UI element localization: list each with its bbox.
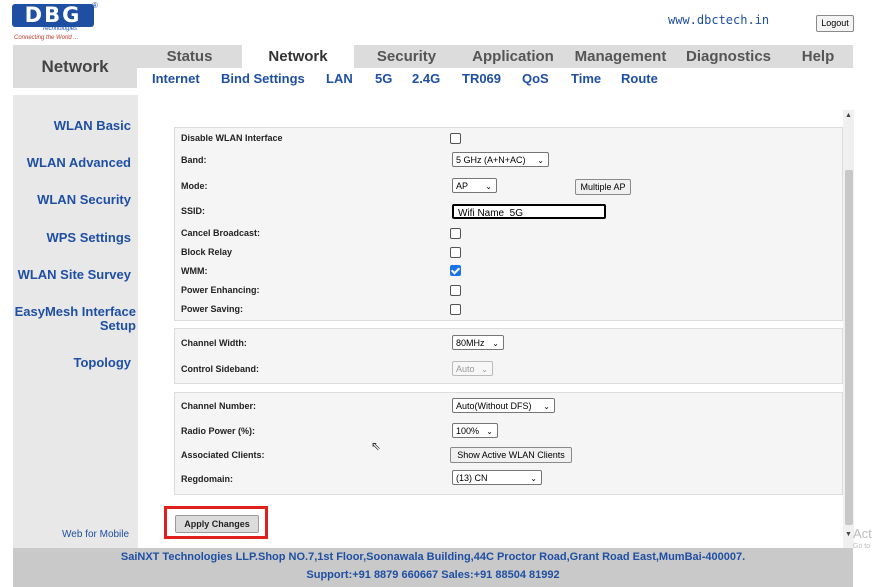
band-value: 5 GHz (A+N+AC) (456, 155, 526, 165)
ssid-input[interactable]: Wifi Name_5G (452, 204, 606, 219)
disable-wlan-label: Disable WLAN Interface (181, 133, 283, 143)
channel-number-select[interactable]: Auto(Without DFS) ⌄ (452, 398, 555, 413)
sidebar-item-wps-settings[interactable]: WPS Settings (13, 231, 138, 245)
registered-mark: ® (92, 1, 98, 10)
footer-support: Support:+91 8879 660667 Sales:+91 88504 … (306, 569, 560, 581)
subtab-qos[interactable]: QoS (522, 71, 549, 86)
subtab-tr069[interactable]: TR069 (462, 71, 501, 86)
cancel-broadcast-checkbox[interactable] (450, 228, 461, 239)
site-url[interactable]: www.dbctech.in (668, 13, 769, 27)
channel-number-value: Auto(Without DFS) (456, 401, 532, 411)
radio-power-value: 100% (456, 426, 480, 436)
power-enhancing-label: Power Enhancing: (181, 285, 260, 295)
sidebar-item-wlan-site-survey[interactable]: WLAN Site Survey (13, 268, 138, 282)
block-relay-checkbox[interactable] (450, 247, 461, 258)
multiple-ap-button[interactable]: Multiple AP (575, 179, 631, 195)
subtab-internet[interactable]: Internet (152, 71, 200, 86)
logout-button[interactable]: Logout (816, 15, 854, 32)
chevron-down-icon: ⌄ (485, 182, 492, 191)
tab-application[interactable]: Application (459, 45, 567, 68)
chevron-down-icon: ⌄ (481, 365, 488, 374)
subtab-lan[interactable]: LAN (326, 71, 353, 86)
radio-power-select[interactable]: 100% ⌄ (452, 423, 498, 438)
chevron-down-icon: ⌄ (486, 427, 493, 436)
tab-help[interactable]: Help (783, 45, 853, 68)
logo-text: DBG (12, 4, 94, 27)
power-saving-label: Power Saving: (181, 304, 244, 314)
logo-subtitle: Technologies (42, 26, 78, 32)
subtab-5g[interactable]: 5G (375, 71, 392, 86)
control-sideband-label: Control Sideband: (181, 364, 259, 374)
subtab-route[interactable]: Route (621, 71, 658, 86)
tab-security[interactable]: Security (354, 45, 459, 68)
regdomain-value: (13) CN (456, 473, 488, 483)
power-saving-checkbox[interactable] (450, 304, 461, 315)
wmm-label: WMM: (181, 266, 208, 276)
section-title: Network (13, 45, 137, 88)
regdomain-label: Regdomain: (181, 474, 234, 484)
mode-value: AP (456, 181, 469, 191)
sidebar-item-wlan-advanced[interactable]: WLAN Advanced (13, 156, 138, 170)
web-for-mobile-link[interactable]: Web for Mobile (62, 529, 129, 540)
block-relay-label: Block Relay (181, 247, 233, 257)
tab-diagnostics[interactable]: Diagnostics (674, 45, 783, 68)
show-active-clients-button[interactable]: Show Active WLAN Clients (450, 447, 572, 463)
scroll-up-icon[interactable]: ▲ (845, 112, 852, 119)
disable-wlan-checkbox[interactable] (450, 133, 461, 144)
tab-management[interactable]: Management (567, 45, 674, 68)
activation-watermark: Act (853, 526, 872, 541)
cancel-broadcast-label: Cancel Broadcast: (181, 228, 261, 238)
tab-status[interactable]: Status (137, 45, 242, 68)
power-enhancing-checkbox[interactable] (450, 285, 461, 296)
band-label: Band: (181, 155, 207, 165)
logo-tagline: Connecting the World ... (14, 35, 79, 41)
wmm-checkbox[interactable] (450, 265, 461, 276)
channel-width-label: Channel Width: (181, 338, 247, 348)
mouse-pointer-icon: ⇖ (371, 439, 382, 453)
footer-address: SaiNXT Technologies LLP.Shop NO.7,1st Fl… (120, 551, 746, 563)
channel-width-panel (174, 328, 843, 384)
footer: SaiNXT Technologies LLP.Shop NO.7,1st Fl… (13, 548, 853, 587)
chevron-down-icon: ⌄ (537, 156, 544, 165)
activation-watermark-sub: Go to (853, 543, 871, 550)
subtab-time[interactable]: Time (571, 71, 601, 86)
subtab-2-4g[interactable]: 2.4G (412, 71, 440, 86)
mode-select[interactable]: AP ⌄ (452, 178, 497, 193)
sidebar-item-wlan-basic[interactable]: WLAN Basic (13, 119, 138, 133)
subtab-bind-settings[interactable]: Bind Settings (221, 71, 305, 86)
brand-logo: DBG ® Technologies Connecting the World … (12, 1, 98, 42)
sidebar-item-easymesh-interface-setup[interactable]: EasyMesh Interface Setup (13, 305, 143, 333)
channel-number-label: Channel Number: (181, 401, 257, 411)
ssid-label: SSID: (181, 206, 206, 216)
control-sideband-value: Auto (456, 364, 475, 374)
sidebar-item-wlan-security[interactable]: WLAN Security (13, 193, 138, 207)
scrollbar-thumb[interactable] (845, 170, 853, 525)
band-select[interactable]: 5 GHz (A+N+AC) ⌄ (452, 152, 549, 167)
channel-width-value: 80MHz (456, 338, 485, 348)
regdomain-select[interactable]: (13) CN ⌄ (452, 470, 542, 485)
channel-width-select[interactable]: 80MHz ⌄ (452, 335, 504, 350)
chevron-down-icon: ⌄ (530, 474, 537, 483)
apply-changes-button[interactable]: Apply Changes (175, 515, 259, 533)
control-sideband-select[interactable]: Auto ⌄ (452, 361, 493, 376)
chevron-down-icon: ⌄ (543, 402, 550, 411)
scroll-down-icon[interactable]: ▼ (845, 531, 852, 538)
associated-clients-label: Associated Clients: (181, 450, 265, 460)
sidebar-item-topology[interactable]: Topology (13, 356, 138, 370)
radio-power-label: Radio Power (%): (181, 426, 256, 436)
mode-label: Mode: (181, 181, 208, 191)
chevron-down-icon: ⌄ (492, 339, 499, 348)
